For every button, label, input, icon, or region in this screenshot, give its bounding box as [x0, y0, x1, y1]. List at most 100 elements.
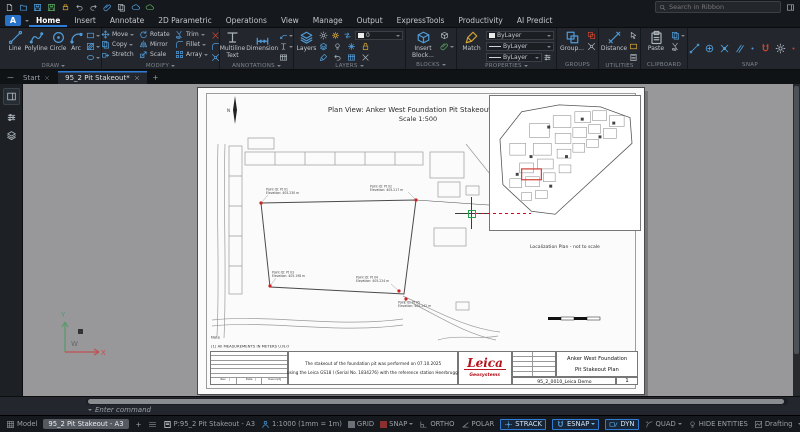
save-as-icon[interactable]	[47, 3, 56, 12]
redo-icon[interactable]	[89, 3, 98, 12]
match-properties-tool[interactable]: Match	[459, 30, 484, 53]
properties-section-label[interactable]: PROPERTIES	[459, 62, 554, 69]
linetype-dropdown[interactable]: ByLayer	[486, 42, 554, 51]
panels-button[interactable]	[3, 88, 20, 105]
attach-xref-icon[interactable]	[103, 3, 112, 12]
blocks-section-label[interactable]: BLOCKS	[408, 60, 454, 69]
layer-transfer-icon[interactable]	[343, 31, 352, 40]
arc-tool[interactable]: Arc	[69, 30, 84, 53]
quick-select-tool[interactable]	[629, 31, 638, 40]
snap-section-label[interactable]: SNAP	[690, 60, 800, 69]
toggle-snap[interactable]: SNAP	[380, 420, 413, 428]
explode-tool[interactable]	[211, 53, 220, 62]
snap-settings-icon[interactable]	[775, 43, 786, 54]
annotation-scale[interactable]: 1:1000 (1mm = 1m)	[261, 420, 342, 429]
rotate-tool[interactable]: Rotate	[139, 30, 173, 39]
drawing-canvas[interactable]: N Plan View: Anker West Foundation Pit S…	[23, 84, 800, 396]
layer-settings-icon[interactable]	[319, 31, 328, 40]
insert-block-tool[interactable]: Insert Block...	[408, 30, 438, 59]
fillet-tool[interactable]: Fillet	[175, 40, 209, 49]
menu-2d-parametric[interactable]: 2D Parametric	[151, 14, 219, 27]
array-tool[interactable]: Array	[175, 50, 209, 59]
scale-tool[interactable]: Scale	[139, 50, 173, 59]
line-tool[interactable]: Line	[8, 30, 23, 53]
table-tool[interactable]	[279, 53, 293, 62]
snap-parallel-icon[interactable]	[734, 43, 745, 54]
toggle-hide-entities[interactable]: HIDE ENTITIES	[688, 420, 748, 429]
paper-sheet[interactable]: N Plan View: Anker West Foundation Pit S…	[197, 87, 645, 395]
ungroup-tool[interactable]	[587, 31, 596, 40]
plot-icon[interactable]	[61, 3, 70, 12]
mirror-tool[interactable]: Mirror	[139, 40, 173, 49]
utilities-section-label[interactable]: UTILITIES	[601, 62, 638, 69]
attach-tool[interactable]	[440, 42, 454, 51]
layer-previous-icon[interactable]	[333, 53, 342, 62]
copy-clip-icon[interactable]	[117, 3, 126, 12]
modify-section-label[interactable]: MODIFY	[104, 62, 217, 69]
panel-toggle-icon[interactable]	[786, 3, 795, 12]
menu-operations[interactable]: Operations	[219, 14, 274, 27]
properties-panel-icon[interactable]	[543, 53, 552, 62]
annotations-section-label[interactable]: ANNOTATIONS	[222, 62, 291, 69]
horizontal-scrollbar-thumb[interactable]	[88, 399, 784, 404]
ribbon-search[interactable]	[655, 1, 781, 13]
layer-isolate-icon[interactable]	[333, 42, 342, 51]
paper-space-indicator[interactable]: P:95_2 Pit Stakeout - A3	[163, 420, 255, 429]
circle-tool[interactable]: Circle	[50, 30, 67, 53]
layer-dropdown[interactable]: 0	[355, 31, 403, 40]
menu-insert[interactable]: Insert	[67, 14, 103, 27]
command-line[interactable]: Enter command	[88, 406, 151, 414]
erase-tool[interactable]	[211, 31, 220, 40]
offset-tool[interactable]	[211, 42, 220, 51]
layer-freeze-icon[interactable]	[347, 42, 356, 51]
groups-section-label[interactable]: GROUPS	[559, 60, 596, 69]
open-file-icon[interactable]	[19, 3, 28, 12]
dimension-tool[interactable]: Dimension	[247, 30, 277, 53]
layer-lock-icon[interactable]	[361, 42, 370, 51]
new-file-icon[interactable]	[5, 3, 14, 12]
hatch-tool[interactable]	[86, 42, 100, 51]
menu-output[interactable]: Output	[350, 14, 390, 27]
snap-center-icon[interactable]	[704, 43, 715, 54]
snap-intersection-icon[interactable]	[719, 43, 730, 54]
text-style-tool[interactable]	[279, 42, 293, 51]
save-icon[interactable]	[33, 3, 42, 12]
menu-annotate[interactable]: Annotate	[103, 14, 151, 27]
cloud-upload-icon[interactable]	[131, 3, 140, 12]
draw-section-label[interactable]: DRAW	[8, 62, 99, 69]
cloud-open-icon[interactable]	[145, 3, 154, 12]
menu-ai-predict[interactable]: AI Predict	[510, 14, 560, 27]
layers-panel-icon[interactable]	[6, 130, 17, 141]
copy-clip-tool[interactable]	[671, 31, 685, 40]
model-tab[interactable]: Model	[6, 420, 37, 429]
trim-tool[interactable]: Trim	[175, 30, 209, 39]
layers-section-label[interactable]: LAYERS	[296, 62, 403, 69]
polyline-tool[interactable]: Polyline	[25, 30, 48, 53]
edit-group-tool[interactable]	[587, 42, 596, 51]
tab-start[interactable]: Start	[16, 71, 57, 84]
copy-tool[interactable]: Copy	[101, 40, 137, 49]
close-icon[interactable]	[134, 75, 140, 81]
calculator-tool[interactable]	[629, 53, 638, 62]
layout-list-icon[interactable]	[148, 420, 157, 429]
snap-node-icon[interactable]	[749, 45, 756, 52]
settings-sliders-icon[interactable]	[6, 112, 17, 123]
paste-tool[interactable]: Paste	[643, 30, 669, 53]
area-tool[interactable]	[629, 42, 638, 51]
toggle-polar[interactable]: POLAR	[461, 420, 495, 429]
menu-view[interactable]: View	[274, 14, 306, 27]
group-tool[interactable]: Group...	[559, 30, 585, 53]
layer-delete-icon[interactable]	[361, 53, 370, 62]
move-tool[interactable]: Move	[101, 30, 137, 39]
workspace-drafting[interactable]: Drafting	[754, 420, 793, 429]
toggle-grid[interactable]: GRID	[348, 420, 374, 428]
search-input[interactable]	[669, 3, 777, 11]
tab-95-2-pit-stakeout[interactable]: 95_2 Pit Stakeout*	[58, 71, 147, 84]
multiline-text-tool[interactable]: Multiline Text	[220, 30, 246, 59]
new-layer-icon[interactable]	[319, 42, 328, 51]
add-layout-icon[interactable]	[135, 421, 142, 428]
menu-home[interactable]: Home	[29, 14, 67, 27]
toggle-ortho[interactable]: ORTHO	[419, 420, 454, 429]
menu-manage[interactable]: Manage	[306, 14, 350, 27]
stretch-tool[interactable]: Stretch	[101, 50, 137, 59]
